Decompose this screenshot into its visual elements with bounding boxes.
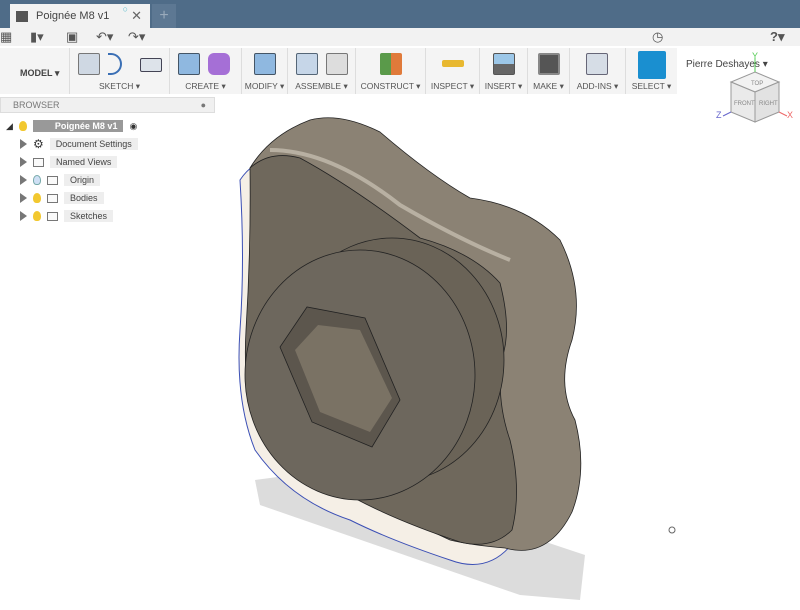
document-tab[interactable]: Poignée M8 v1 ○ ✕ <box>10 4 150 28</box>
rectangle-icon[interactable] <box>140 58 162 72</box>
offset-plane-icon[interactable] <box>380 53 402 75</box>
assemble-menu[interactable]: ASSEMBLE ▾ <box>288 81 355 92</box>
browser-title: BROWSER <box>13 100 60 110</box>
create-menu[interactable]: CREATE ▾ <box>170 81 241 92</box>
document-tab-title: Poignée M8 v1 <box>36 10 110 22</box>
help-button[interactable]: ?▾ <box>770 29 784 45</box>
expand-icon[interactable] <box>20 175 27 185</box>
extrude-icon[interactable] <box>178 53 200 75</box>
folder-icon <box>47 211 58 221</box>
quick-access-bar: ▦ ▮▾ ▣ ↶▾ ↷▾ ◷ Pierre Deshayes ▾ ?▾ <box>0 28 800 70</box>
browser-header[interactable]: BROWSER ● <box>0 97 215 113</box>
assemble-group[interactable]: ASSEMBLE ▾ <box>288 48 356 94</box>
inspect-menu[interactable]: INSPECT ▾ <box>426 81 479 92</box>
browser-item-sketches[interactable]: Sketches <box>64 210 114 222</box>
visibility-bulb-icon[interactable] <box>33 175 41 185</box>
undo-icon[interactable]: ↶▾ <box>96 29 113 45</box>
modify-menu[interactable]: MODIFY ▾ <box>242 81 287 92</box>
activate-radio-icon[interactable]: ◉ <box>129 121 137 132</box>
new-component-icon[interactable] <box>296 53 318 75</box>
expand-icon[interactable] <box>20 193 27 203</box>
make-group[interactable]: MAKE ▾ <box>528 48 570 94</box>
select-group[interactable]: SELECT ▾ <box>626 48 677 94</box>
measure-icon[interactable] <box>442 60 464 67</box>
create-sketch-icon[interactable] <box>78 53 100 75</box>
browser-item-bodies[interactable]: Bodies <box>64 192 104 204</box>
form-icon[interactable] <box>208 53 230 75</box>
modify-group[interactable]: MODIFY ▾ <box>242 48 288 94</box>
workspace-dropdown[interactable]: MODEL ▾ <box>20 68 59 79</box>
addins-group[interactable]: ADD-INS ▾ <box>570 48 626 94</box>
arc-icon[interactable] <box>108 53 122 75</box>
insert-image-icon[interactable] <box>493 53 515 75</box>
press-pull-icon[interactable] <box>254 53 276 75</box>
joint-icon[interactable] <box>326 53 348 75</box>
viewcube-top-label: TOP <box>751 81 763 87</box>
construct-group[interactable]: CONSTRUCT ▾ <box>356 48 426 94</box>
browser-item-document-settings[interactable]: Document Settings <box>49 138 138 150</box>
inspect-group[interactable]: INSPECT ▾ <box>426 48 480 94</box>
origin-point[interactable] <box>668 526 676 534</box>
viewcube-front-label: FRONT <box>734 101 755 107</box>
apps-grid-icon[interactable]: ▦ <box>0 29 12 45</box>
folder-icon <box>33 157 44 167</box>
visibility-bulb-icon[interactable] <box>33 211 41 221</box>
close-tab-button[interactable]: ✕ <box>131 8 142 24</box>
expand-icon[interactable] <box>20 211 27 221</box>
sketch-menu[interactable]: SKETCH ▾ <box>70 81 169 92</box>
axis-x-label: X <box>787 110 793 120</box>
visibility-bulb-icon[interactable] <box>33 193 41 203</box>
insert-group[interactable]: INSERT ▾ <box>480 48 528 94</box>
file-menu-icon[interactable]: ▮▾ <box>30 29 44 45</box>
axis-y-label: Y <box>752 51 758 61</box>
viewcube-right-label: RIGHT <box>759 101 778 107</box>
redo-icon[interactable]: ↷▾ <box>128 29 145 45</box>
browser-panel: BROWSER ● ◢ Poignée M8 v1 ◉ ⚙ Document Set… <box>0 97 215 222</box>
browser-item-named-views[interactable]: Named Views <box>50 156 118 168</box>
folder-icon <box>47 175 58 185</box>
toolbar-ribbon: MODEL ▾ SKETCH ▾ CREATE ▾ MODIFY ▾ ASSEM… <box>0 48 677 94</box>
insert-menu[interactable]: INSERT ▾ <box>480 81 527 92</box>
visibility-bulb-icon[interactable] <box>18 121 27 131</box>
expand-icon[interactable] <box>20 139 27 149</box>
clock-icon[interactable]: ◷ <box>652 29 663 45</box>
title-bar: Poignée M8 v1 ○ ✕ + <box>0 0 800 28</box>
save-icon[interactable]: ▣ <box>66 29 78 45</box>
new-tab-button[interactable]: + <box>152 4 176 28</box>
addins-menu[interactable]: ADD-INS ▾ <box>570 81 625 92</box>
view-cube[interactable]: TOP FRONT RIGHT Y Z X <box>715 50 795 130</box>
expand-icon[interactable] <box>20 157 27 167</box>
construct-menu[interactable]: CONSTRUCT ▾ <box>356 81 425 92</box>
select-icon[interactable] <box>638 51 666 79</box>
folder-icon <box>47 193 58 203</box>
create-group[interactable]: CREATE ▾ <box>170 48 242 94</box>
root-component[interactable]: Poignée M8 v1 <box>32 120 124 132</box>
cube-icon <box>16 10 28 22</box>
make-menu[interactable]: MAKE ▾ <box>528 81 569 92</box>
axis-z-label: Z <box>716 110 722 120</box>
sketch-group[interactable]: SKETCH ▾ <box>70 48 170 94</box>
scripts-icon[interactable] <box>586 53 608 75</box>
browser-item-origin[interactable]: Origin <box>64 174 101 186</box>
pin-icon[interactable]: ● <box>201 100 206 110</box>
select-menu[interactable]: SELECT ▾ <box>626 81 677 92</box>
sync-icon: ○ <box>122 4 128 14</box>
gear-icon: ⚙ <box>33 137 44 151</box>
3d-print-icon[interactable] <box>538 53 560 75</box>
collapse-icon[interactable]: ◢ <box>6 121 13 132</box>
